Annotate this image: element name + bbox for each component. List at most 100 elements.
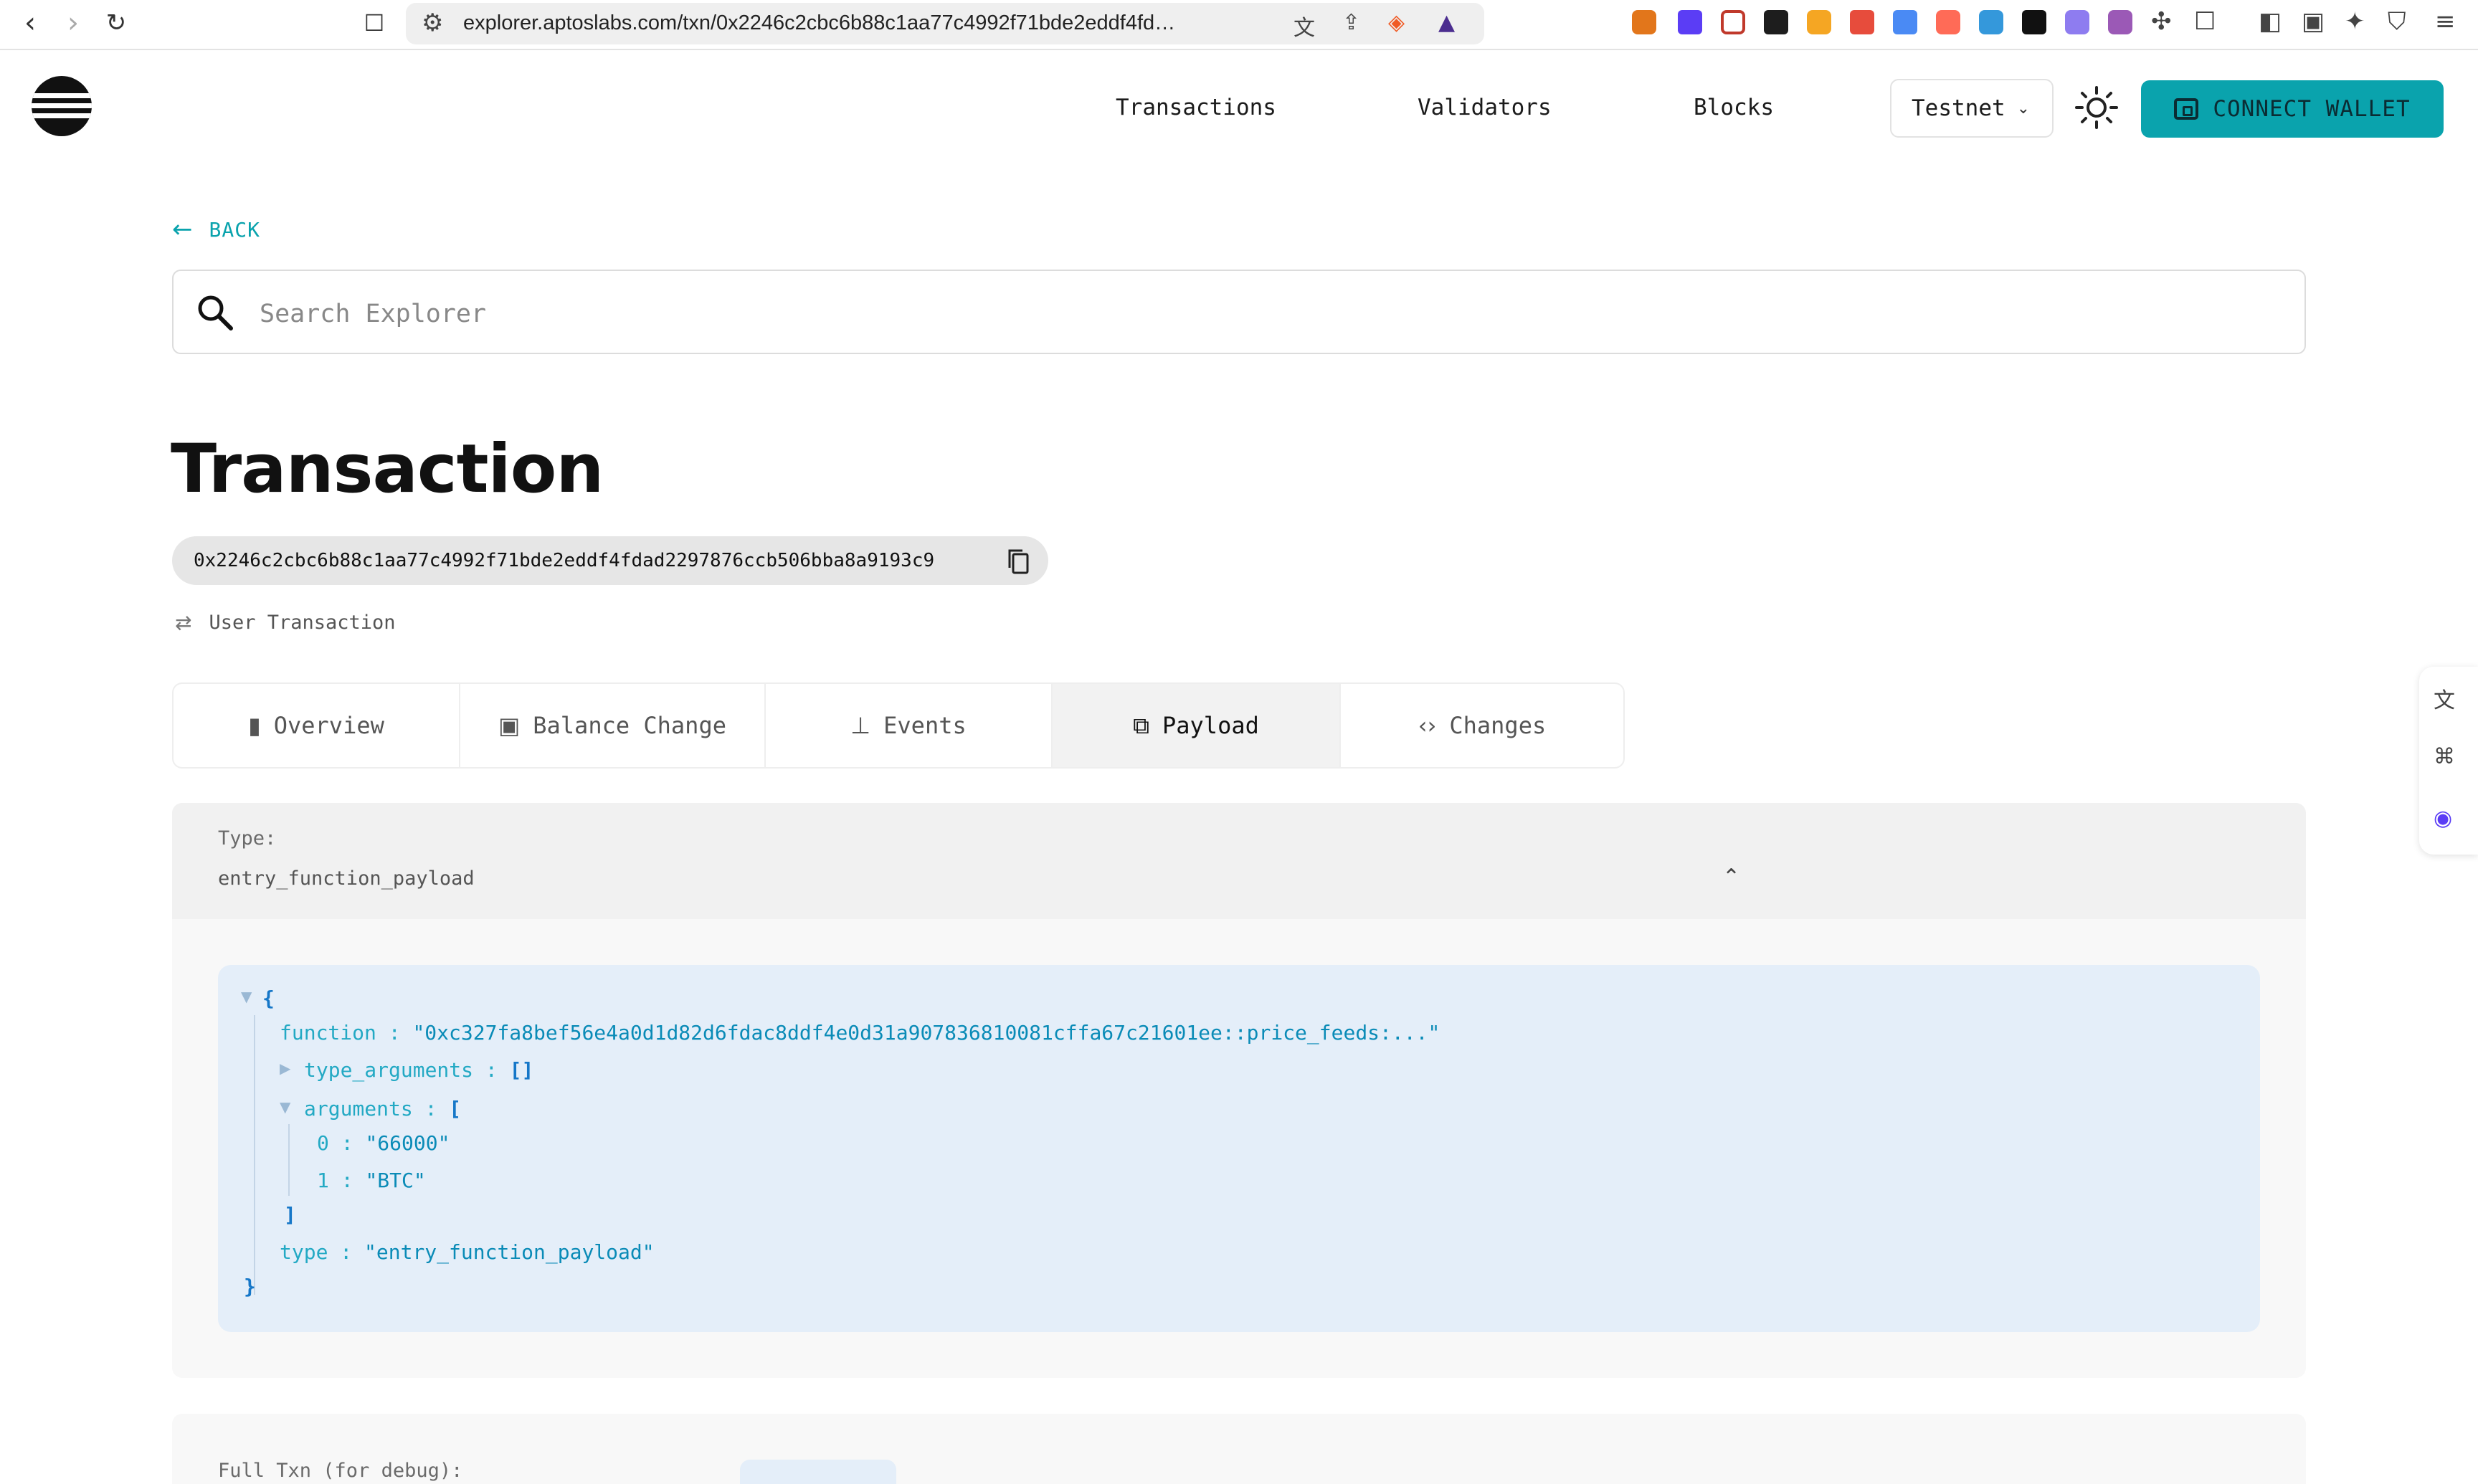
copy-icon[interactable]	[1007, 548, 1030, 575]
browser-toolbar: ‹ › ↻ ☐ ⚙ explorer.aptoslabs.com/txn/0x2…	[0, 0, 2478, 50]
code-icon: ‹›	[1418, 712, 1437, 739]
site-settings-icon[interactable]: ⚙	[422, 9, 443, 37]
menu-icon[interactable]: ≡	[2435, 7, 2456, 36]
json-value: "0xc327fa8bef56e4a0d1d82d6fdac8ddf4e0d31…	[412, 1021, 1440, 1045]
debug-toggle-button[interactable]	[740, 1460, 896, 1484]
address-bar[interactable]: ⚙ explorer.aptoslabs.com/txn/0x2246c2cbc…	[406, 3, 1484, 44]
sidebar-toggle-icon[interactable]: ◧	[2259, 7, 2282, 36]
json-index: 1	[317, 1169, 329, 1192]
extension-icon[interactable]	[2065, 10, 2089, 34]
tab-events[interactable]: ⊥ Events	[766, 684, 1053, 767]
json-value: "BTC"	[365, 1169, 426, 1192]
assistant-bot-icon[interactable]: ◉	[2434, 806, 2452, 831]
json-open-brace: {	[262, 986, 275, 1010]
extension-icon[interactable]	[1979, 10, 2003, 34]
json-arguments-entry: arguments : [	[304, 1097, 462, 1121]
json-function-entry: function : "0xc327fa8bef56e4a0d1d82d6fda…	[280, 1021, 1440, 1045]
json-value: "66000"	[365, 1131, 450, 1155]
brave-rewards-icon[interactable]: ▲	[1438, 10, 1455, 35]
extension-icon[interactable]	[2108, 10, 2132, 34]
tab-payload[interactable]: ⧉ Payload	[1053, 684, 1341, 767]
network-select[interactable]: Testnet ⌄	[1890, 79, 2054, 138]
sun-icon[interactable]	[2074, 85, 2119, 130]
chevron-up-icon[interactable]: ⌃	[1722, 865, 1740, 890]
extension-icon[interactable]	[1850, 10, 1874, 34]
extension-icon[interactable]	[1936, 10, 1960, 34]
vpn-shield-icon[interactable]: ⛉	[2388, 7, 2406, 36]
brave-shields-icon[interactable]: ◈	[1388, 10, 1405, 35]
nav-transactions[interactable]: Transactions	[1116, 95, 1276, 120]
tab-label: Changes	[1449, 712, 1547, 739]
json-key: function	[280, 1021, 376, 1045]
translate-icon[interactable]: 文	[2434, 682, 2455, 714]
extension-icon[interactable]	[1721, 10, 1745, 34]
leo-ai-icon[interactable]: ✦	[2345, 7, 2365, 36]
browser-forward-icon[interactable]: ›	[57, 6, 89, 39]
indent-guide	[254, 1015, 255, 1295]
search-input[interactable]	[260, 292, 2267, 336]
indent-guide	[288, 1124, 290, 1196]
json-argument-0: 0 : "66000"	[317, 1131, 450, 1155]
collapse-triangle-icon[interactable]: ▼	[280, 1098, 290, 1116]
json-key: type_arguments	[304, 1058, 474, 1082]
json-close-bracket: ]	[284, 1203, 296, 1227]
extension-icon[interactable]	[2022, 10, 2046, 34]
search-bar[interactable]	[172, 270, 2306, 354]
json-argument-1: 1 : "BTC"	[317, 1169, 426, 1192]
extensions-puzzle-icon[interactable]: ✣	[2151, 7, 2172, 36]
metamask-extension-icon[interactable]	[1632, 10, 1656, 34]
json-value: []	[509, 1058, 534, 1082]
back-label: BACK	[209, 217, 260, 242]
type-label: Type:	[218, 827, 277, 850]
share-icon[interactable]: ⇪	[1342, 10, 1360, 35]
json-viewer: ▼ { function : "0xc327fa8bef56e4a0d1d82d…	[218, 965, 2260, 1332]
bookmark-icon[interactable]: ☐	[359, 7, 390, 39]
transaction-kind: ⇄ User Transaction	[175, 611, 396, 634]
extension-icon[interactable]	[1764, 10, 1788, 34]
browser-back-icon[interactable]: ‹	[14, 6, 46, 39]
tab-overview[interactable]: ▮ Overview	[174, 684, 460, 767]
aptos-logo[interactable]	[32, 76, 92, 136]
connect-wallet-button[interactable]: CONNECT WALLET	[2141, 80, 2444, 138]
page-title: Transaction	[171, 430, 604, 508]
google-translate-extension-icon[interactable]	[1893, 10, 1917, 34]
transaction-hash: 0x2246c2cbc6b88c1aa77c4992f71bde2eddf4fd…	[172, 536, 1048, 585]
tab-balance-change[interactable]: ▣ Balance Change	[460, 684, 766, 767]
extension-icon[interactable]	[1678, 10, 1702, 34]
json-type-entry: type : "entry_function_payload"	[280, 1240, 655, 1264]
transaction-hash-text: 0x2246c2cbc6b88c1aa77c4992f71bde2eddf4fd…	[194, 550, 935, 571]
transaction-tabs: ▮ Overview ▣ Balance Change ⊥ Events ⧉ P…	[172, 682, 1625, 769]
url-text: explorer.aptoslabs.com/txn/0x2246c2cbc6b…	[463, 11, 1180, 34]
translate-icon[interactable]: 文	[1293, 10, 1315, 42]
copy-icon: ⧉	[1133, 711, 1149, 739]
back-link[interactable]: ← BACK	[172, 215, 260, 244]
tab-label: Payload	[1162, 712, 1259, 739]
json-close-brace: }	[244, 1275, 256, 1298]
payload-type-header[interactable]: Type: entry_function_payload ⌃	[172, 803, 2306, 919]
collapse-triangle-icon[interactable]: ▼	[241, 988, 252, 1005]
nav-validators[interactable]: Validators	[1418, 95, 1552, 120]
wallet-icon[interactable]: ▣	[2302, 7, 2325, 36]
json-index: 0	[317, 1131, 329, 1155]
expand-triangle-icon[interactable]: ▶	[280, 1060, 290, 1077]
grid-icon[interactable]: ⌘	[2434, 744, 2455, 769]
reload-icon[interactable]: ↻	[100, 7, 132, 39]
reader-mode-icon[interactable]: ☐	[2194, 7, 2216, 36]
pin-icon: ⊥	[850, 712, 871, 739]
network-select-value: Testnet	[1912, 95, 2005, 121]
connect-wallet-label: CONNECT WALLET	[2213, 96, 2411, 122]
full-txn-debug: Full Txn (for debug):	[172, 1414, 2306, 1484]
tab-changes[interactable]: ‹› Changes	[1341, 684, 1623, 767]
nav-blocks[interactable]: Blocks	[1694, 95, 1774, 120]
floating-extension-bar: 文 ⌘ ◉	[2419, 667, 2478, 855]
json-key: arguments	[304, 1097, 413, 1121]
bar-chart-icon: ▮	[248, 712, 261, 739]
wallet-icon	[2174, 98, 2199, 120]
json-type-arguments-entry: type_arguments : []	[304, 1058, 534, 1082]
json-key: type	[280, 1240, 328, 1264]
search-icon	[198, 295, 233, 330]
extension-icon[interactable]	[1807, 10, 1831, 34]
arrow-left-icon: ←	[172, 215, 194, 244]
tab-label: Events	[883, 712, 967, 739]
tab-label: Balance Change	[533, 712, 726, 739]
